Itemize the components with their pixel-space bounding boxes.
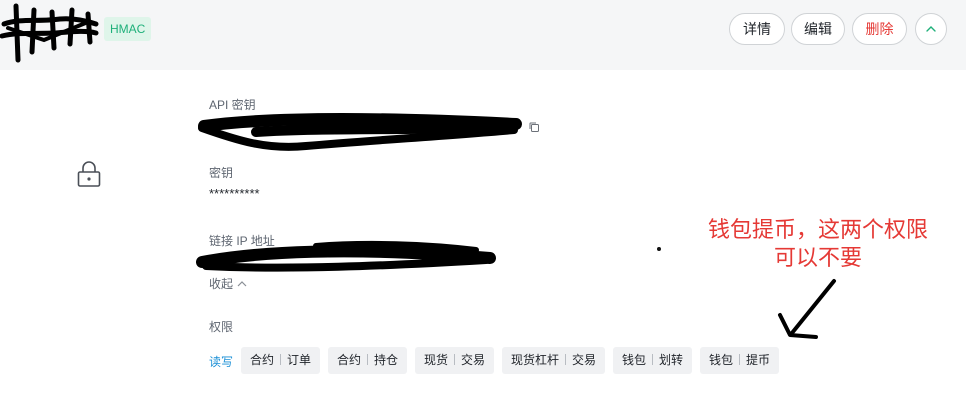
redacted-api-key-scribble bbox=[198, 113, 522, 151]
chevron-up-icon bbox=[926, 26, 936, 32]
collapse-card-button[interactable] bbox=[915, 13, 947, 45]
stray-dot bbox=[657, 247, 661, 251]
annotation-text: 钱包提币，这两个权限 可以不要 bbox=[690, 216, 946, 272]
permission-tag: 现货 交易 bbox=[415, 347, 494, 374]
permission-mode: 读写 bbox=[209, 355, 234, 369]
annotation-line-2: 可以不要 bbox=[773, 245, 862, 270]
copy-icon[interactable] bbox=[528, 121, 540, 133]
permission-tag: 合约 订单 bbox=[241, 347, 320, 374]
delete-button[interactable]: 删除 bbox=[852, 13, 907, 45]
permission-tag: 钱包 提币 bbox=[700, 347, 779, 374]
detail-button[interactable]: 详情 bbox=[729, 13, 785, 45]
key-card-header: HMAC 详情 编辑 删除 bbox=[0, 0, 966, 70]
collapse-toggle[interactable]: 收起 bbox=[209, 275, 247, 292]
annotation-arrow bbox=[778, 279, 836, 339]
permission-tag: 钱包 划转 bbox=[613, 347, 692, 374]
secret-label: 密钥 bbox=[209, 166, 234, 180]
chevron-up-small-icon bbox=[237, 277, 247, 291]
permission-tag: 合约 持仓 bbox=[328, 347, 407, 374]
collapse-label: 收起 bbox=[209, 277, 234, 291]
redacted-ip-scribble bbox=[196, 240, 496, 272]
edit-button[interactable]: 编辑 bbox=[791, 13, 845, 45]
secret-value: ********** bbox=[209, 186, 260, 201]
permission-tag: 现货杠杆 交易 bbox=[502, 347, 605, 374]
annotation-line-1: 钱包提币，这两个权限 bbox=[707, 217, 928, 242]
hmac-badge: HMAC bbox=[104, 17, 152, 41]
permissions-label: 权限 bbox=[209, 320, 234, 334]
lock-icon bbox=[77, 161, 101, 187]
redacted-key-name-scribble bbox=[0, 3, 99, 63]
